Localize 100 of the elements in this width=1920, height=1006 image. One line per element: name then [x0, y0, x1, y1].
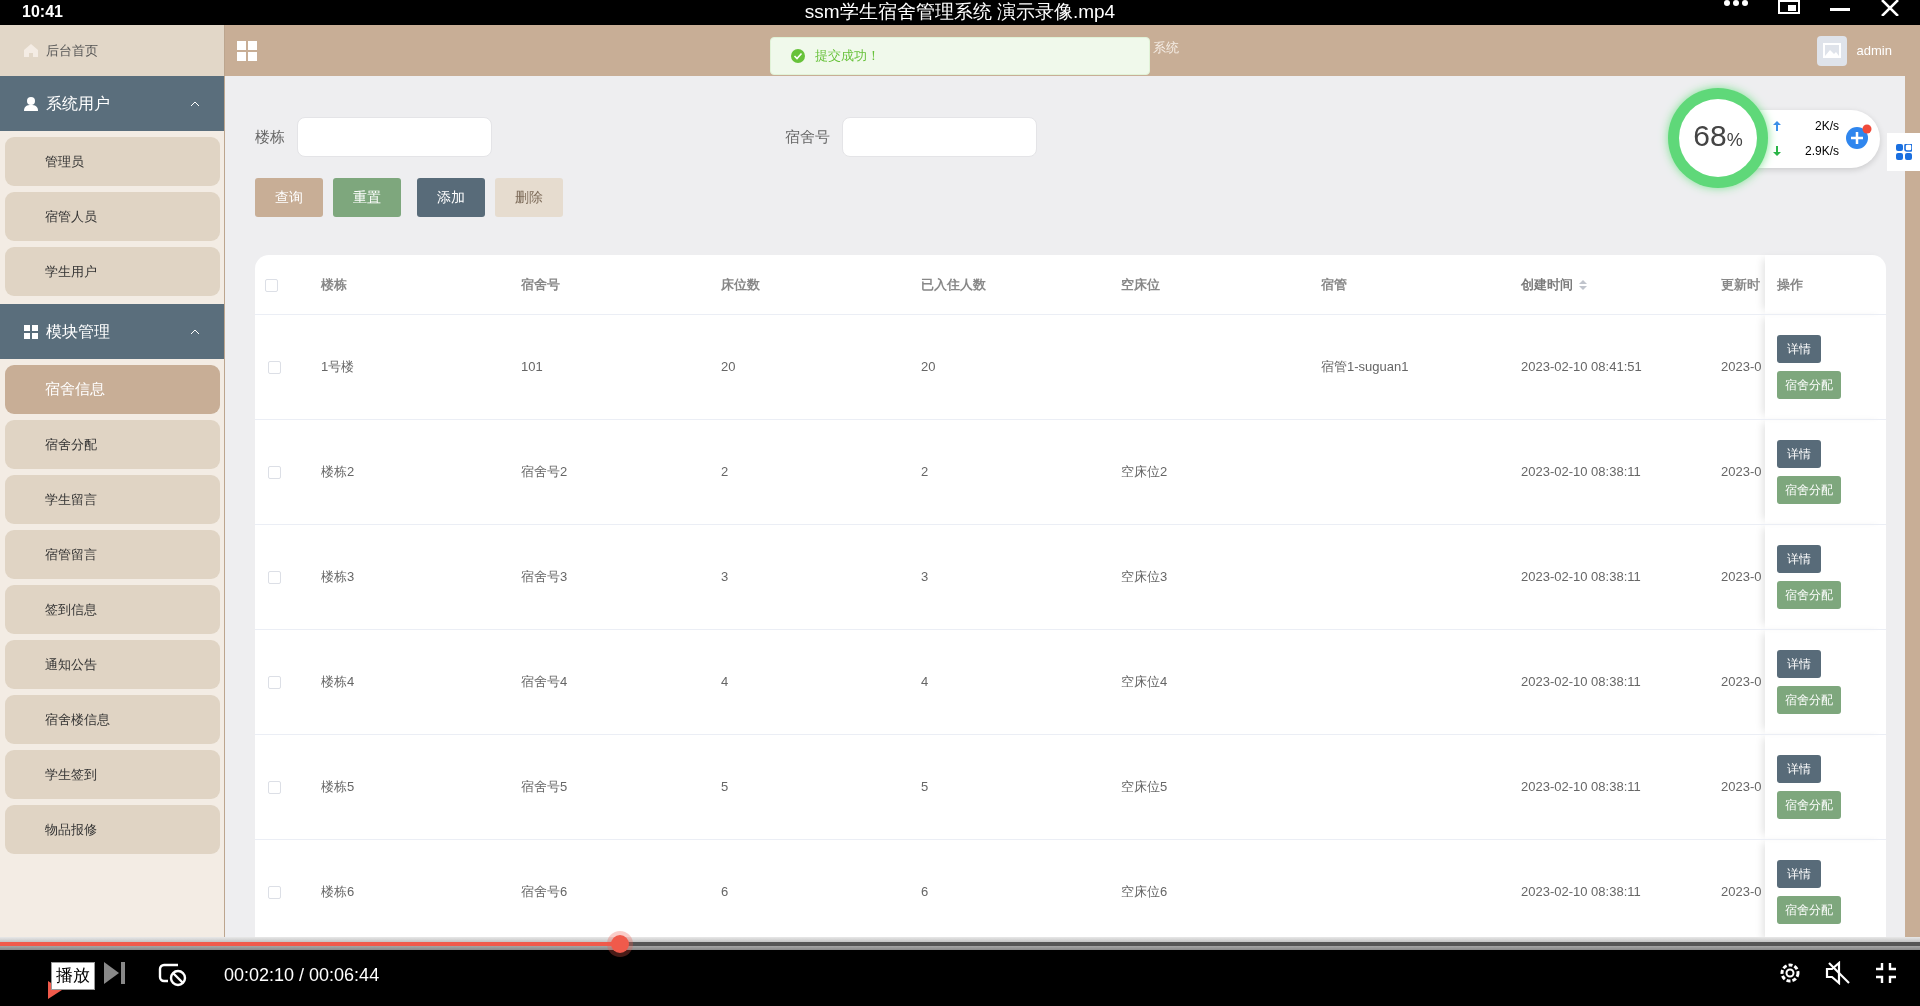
table-cell: 空床位5	[1121, 778, 1168, 794]
percent-unit: %	[1726, 130, 1743, 150]
menu-item[interactable]: 宿舍分配	[5, 420, 220, 469]
table-cell: 楼栋5	[321, 778, 355, 794]
table-cell: 宿舍号2	[521, 463, 568, 479]
checkbox[interactable]	[268, 360, 281, 374]
grid-icon	[24, 324, 38, 339]
menu-item[interactable]: 宿舍楼信息	[5, 695, 220, 744]
checkbox[interactable]	[268, 570, 281, 584]
details-button[interactable]: 详情	[1777, 649, 1821, 678]
table-cell: 2023-02-10 08:38:11	[1521, 463, 1641, 479]
loop-icon[interactable]	[158, 961, 188, 987]
progress-handle[interactable]	[611, 935, 630, 953]
add-button[interactable]: 添加	[417, 178, 485, 217]
column-header[interactable]: 创建时间	[1521, 276, 1573, 292]
table-cell: 空床位4	[1121, 673, 1168, 689]
menu-item[interactable]: 物品报修	[5, 805, 220, 854]
checkbox[interactable]	[265, 278, 278, 292]
input-field[interactable]	[297, 117, 492, 157]
table-cell: 宿管1-suguan1	[1321, 358, 1409, 374]
scrollbar[interactable]	[1905, 76, 1920, 937]
clock-text: 10:41	[22, 3, 63, 21]
plus-icon[interactable]	[1845, 124, 1873, 150]
video-title: ssm学生宿舍管理系统 演示录像.mp4	[804, 1, 1116, 23]
menu-group-header[interactable]: 系统用户	[0, 76, 224, 131]
table-cell: 2	[721, 463, 729, 479]
toast-message: 提交成功！	[815, 47, 880, 66]
menu-item[interactable]: 学生留言	[5, 475, 220, 524]
table-cell: 2	[921, 463, 929, 479]
success-icon	[791, 49, 805, 63]
details-button[interactable]: 详情	[1777, 859, 1821, 888]
column-header: 已入住人数	[921, 276, 986, 292]
table-cell: 20	[721, 358, 736, 374]
settings-icon[interactable]	[1778, 961, 1802, 985]
mute-icon[interactable]	[1825, 961, 1851, 985]
more-icon[interactable]	[1724, 0, 1748, 6]
table-cell: 2023-0	[1721, 568, 1762, 584]
column-header: 更新时	[1721, 276, 1760, 292]
upload-speed: 2K/s	[1815, 118, 1839, 135]
table-cell: 1号楼	[321, 358, 355, 374]
table-cell: 宿舍号5	[521, 778, 568, 794]
table-cell: 20	[921, 358, 936, 374]
tooltip: 播放	[51, 962, 95, 990]
column-header: 空床位	[1121, 276, 1160, 292]
checkbox[interactable]	[268, 780, 281, 794]
next-icon[interactable]	[104, 962, 126, 984]
table-cell: 2023-02-10 08:38:11	[1521, 778, 1641, 794]
menu-item[interactable]: 宿管人员	[5, 192, 220, 241]
table-cell: 2023-0	[1721, 673, 1762, 689]
percent-text: 68	[1693, 119, 1727, 152]
menu-item[interactable]: 宿管留言	[5, 530, 220, 579]
picture-in-picture-icon[interactable]	[1778, 0, 1800, 14]
table-cell: 2023-02-10 08:38:11	[1521, 883, 1641, 899]
details-button[interactable]: 详情	[1777, 754, 1821, 783]
table-cell: 4	[721, 673, 729, 689]
table-cell: 3	[921, 568, 929, 584]
details-button[interactable]: 详情	[1777, 544, 1821, 573]
column-header: 宿管	[1321, 276, 1347, 292]
menu-item[interactable]: 学生签到	[5, 750, 220, 799]
table-cell: 楼栋6	[321, 883, 355, 899]
close-icon[interactable]	[1880, 0, 1900, 16]
table-cell: 5	[921, 778, 929, 794]
upload-arrow-icon	[1773, 121, 1781, 131]
column-header: 宿舍号	[521, 276, 560, 292]
table-cell: 宿舍号6	[521, 883, 568, 899]
menu-item[interactable]: 签到信息	[5, 585, 220, 634]
details-button[interactable]: 详情	[1777, 439, 1821, 468]
table-cell: 空床位3	[1121, 568, 1168, 584]
table-cell: 宿舍号3	[521, 568, 568, 584]
column-header: 床位数	[721, 276, 760, 292]
grid-icon	[1895, 144, 1912, 160]
table-cell: 3	[721, 568, 729, 584]
menu-item[interactable]: 管理员	[5, 137, 220, 186]
user-icon	[24, 96, 38, 111]
table-cell: 2023-02-10 08:41:51	[1521, 358, 1642, 374]
table-cell: 楼栋2	[321, 463, 355, 479]
table-cell: 2023-0	[1721, 463, 1762, 479]
table-cell: 101	[521, 358, 543, 374]
checkbox[interactable]	[268, 885, 281, 899]
progress-track[interactable]	[0, 935, 1920, 953]
exit-fullscreen-icon[interactable]	[1875, 962, 1897, 984]
details-button[interactable]: 详情	[1777, 334, 1821, 363]
menu-item[interactable]: 通知公告	[5, 640, 220, 689]
input-field[interactable]	[842, 117, 1037, 157]
menu-item[interactable]: 学生用户	[5, 247, 220, 296]
field-label: 楼栋	[255, 126, 285, 147]
table-cell: 2023-0	[1721, 778, 1762, 794]
field-label: 宿舍号	[785, 126, 830, 147]
widget-tab[interactable]	[1887, 133, 1920, 171]
menu-group-header[interactable]: 模块管理	[0, 304, 224, 359]
table-cell: 2023-02-10 08:38:11	[1521, 568, 1641, 584]
checkbox[interactable]	[268, 675, 281, 689]
checkbox[interactable]	[268, 465, 281, 479]
column-header: 楼栋	[321, 276, 347, 292]
download-arrow-icon	[1773, 146, 1781, 156]
home-icon	[24, 44, 38, 57]
table-cell: 2023-02-10 08:38:11	[1521, 673, 1641, 689]
table-cell: 楼栋3	[321, 568, 355, 584]
home-menu-item[interactable]: 后台首页	[0, 25, 224, 76]
header-title: 系统	[1153, 39, 1179, 57]
